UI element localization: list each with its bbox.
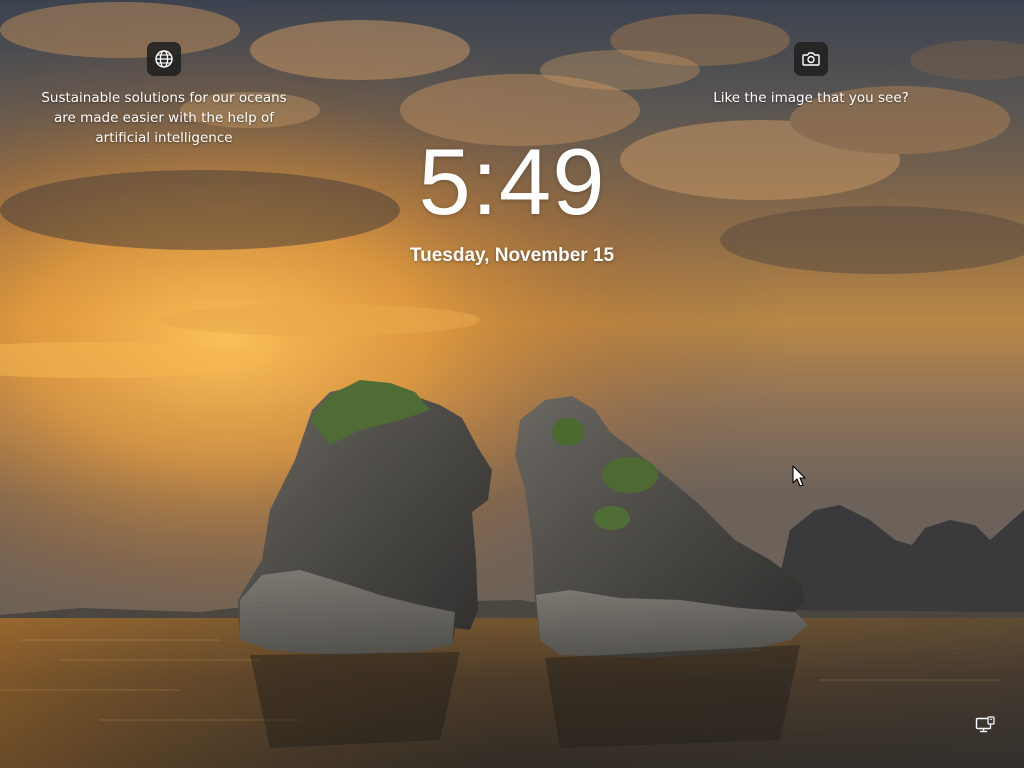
lock-date: Tuesday, November 15 bbox=[409, 245, 615, 266]
mouse-cursor-icon bbox=[792, 465, 806, 487]
spotlight-fact-widget[interactable]: Sustainable solutions for our oceans are… bbox=[34, 42, 294, 148]
spotlight-feedback-text[interactable]: Like the image that you see? bbox=[713, 88, 909, 108]
lock-screen[interactable]: Sustainable solutions for our oceans are… bbox=[0, 0, 1024, 768]
spotlight-fact-text[interactable]: Sustainable solutions for our oceans are… bbox=[34, 88, 294, 148]
camera-icon[interactable] bbox=[794, 42, 828, 76]
network-icon[interactable] bbox=[975, 716, 995, 734]
lock-clock: 5:49 bbox=[418, 129, 606, 234]
spotlight-feedback-widget[interactable]: Like the image that you see? bbox=[700, 42, 922, 108]
globe-icon[interactable] bbox=[147, 42, 181, 76]
